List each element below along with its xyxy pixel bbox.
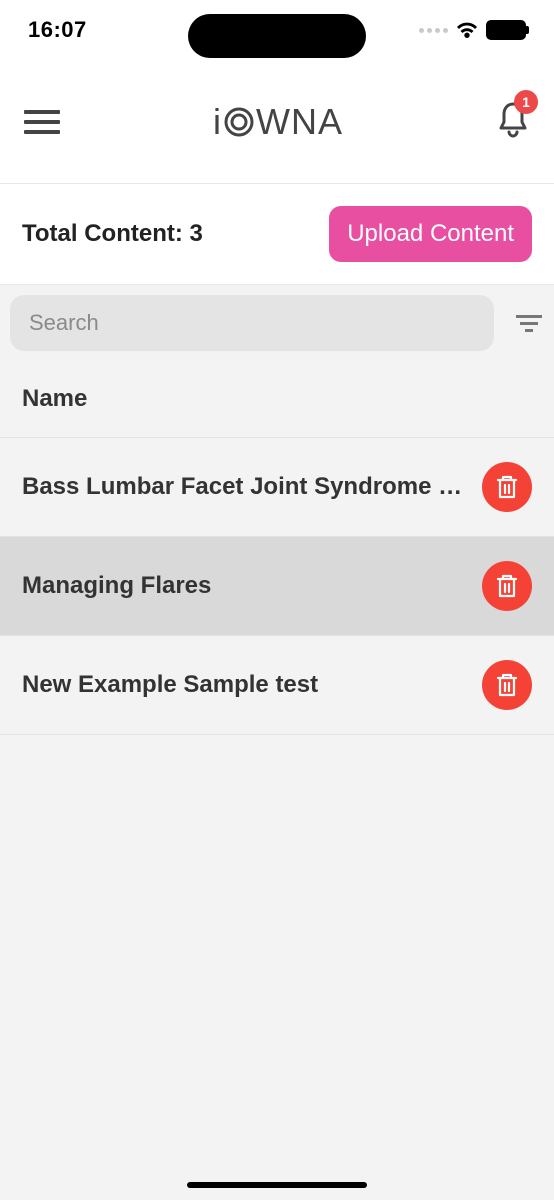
battery-icon	[486, 20, 526, 40]
device-notch	[188, 14, 366, 58]
app-header: i WNA 1	[0, 60, 554, 184]
table-row[interactable]: Managing Flares	[0, 537, 554, 636]
delete-button[interactable]	[482, 660, 532, 710]
table-row[interactable]: Bass Lumbar Facet Joint Syndrome Injecti…	[0, 438, 554, 537]
trash-icon	[495, 474, 519, 500]
notification-badge: 1	[514, 90, 538, 114]
menu-icon[interactable]	[24, 110, 60, 134]
column-header-name: Name	[22, 385, 532, 413]
cellular-signal-icon	[419, 28, 448, 33]
delete-button[interactable]	[482, 561, 532, 611]
row-title: New Example Sample test	[22, 671, 466, 699]
home-indicator	[187, 1182, 367, 1188]
row-title: Managing Flares	[22, 572, 466, 600]
status-time: 16:07	[28, 17, 87, 43]
search-row	[0, 285, 554, 361]
upload-content-button[interactable]: Upload Content	[329, 206, 532, 262]
notifications-button[interactable]: 1	[496, 100, 530, 143]
empty-area	[0, 735, 554, 1200]
table-row[interactable]: New Example Sample test	[0, 636, 554, 735]
brand-logo: i WNA	[213, 101, 343, 143]
status-right	[419, 20, 526, 40]
table-header: Name	[0, 361, 554, 438]
total-content-label: Total Content: 3	[22, 220, 203, 248]
search-input[interactable]	[10, 295, 494, 351]
filter-icon	[516, 313, 542, 333]
wifi-icon	[456, 21, 478, 39]
trash-icon	[495, 573, 519, 599]
row-title: Bass Lumbar Facet Joint Syndrome Injecti…	[22, 473, 466, 501]
summary-row: Total Content: 3 Upload Content	[0, 184, 554, 285]
filter-button[interactable]	[504, 313, 554, 333]
status-bar: 16:07	[0, 0, 554, 60]
trash-icon	[495, 672, 519, 698]
delete-button[interactable]	[482, 462, 532, 512]
